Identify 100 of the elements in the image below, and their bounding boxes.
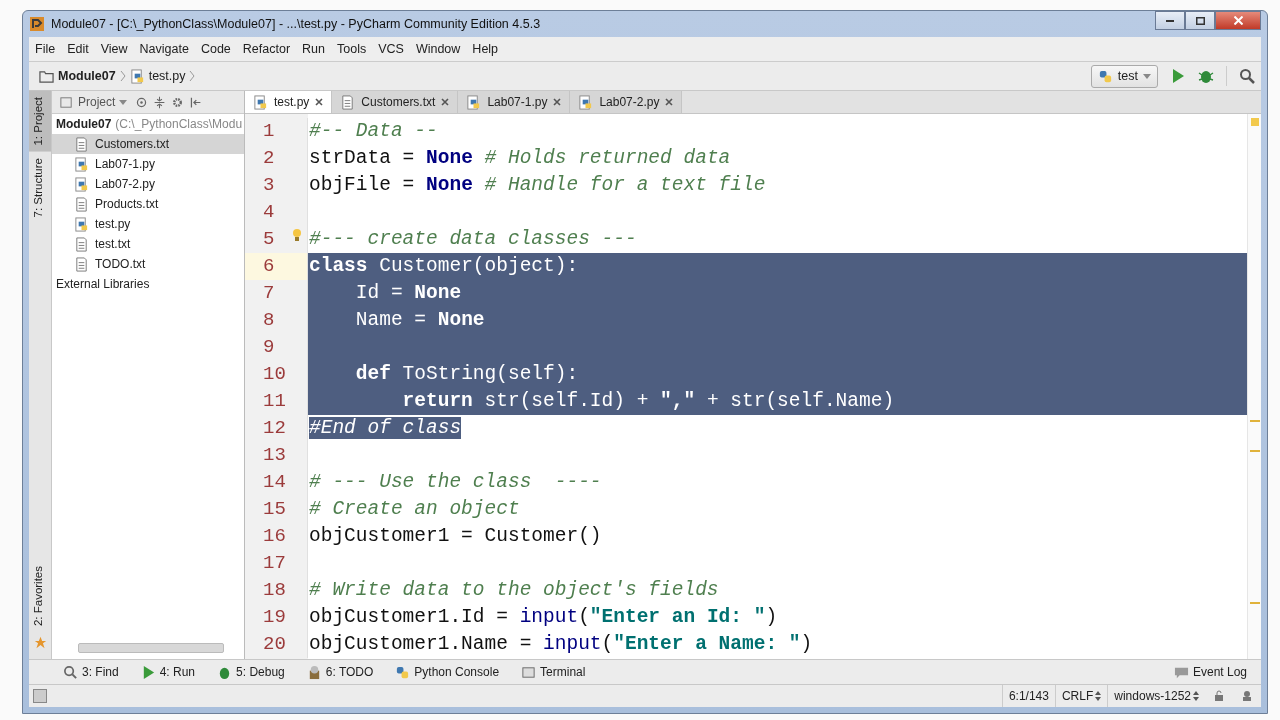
code-line: # Write data to the object's fields [308,578,720,603]
close-button[interactable] [1215,11,1261,30]
menu-item[interactable]: VCS [372,42,410,56]
run-config-dropdown[interactable]: test [1090,64,1158,88]
line-number: 20 [245,631,308,658]
updown-icon [1193,691,1199,701]
line-number: 4 [245,199,308,226]
python-icon [395,664,411,680]
analysis-status-icon [1250,118,1259,126]
code-line: strData = None # Holds returned data [308,146,732,171]
menu-item[interactable]: Edit [61,42,95,56]
tool-window-button[interactable]: 4: Run [140,664,196,680]
menu-item[interactable]: Help [466,42,505,56]
menu-item[interactable]: Window [409,42,467,56]
encoding-selector[interactable]: windows-1252 [1114,689,1191,703]
tree-item[interactable]: External Libraries [52,274,244,294]
tool-window-button[interactable]: 3: Find [63,664,119,680]
search-icon[interactable] [1239,68,1255,84]
code-line: objCustomer1.Name = input("Enter a Name: ") [308,632,814,657]
tool-window-button[interactable]: 6: TODO [306,664,374,680]
tree-item[interactable]: Products.txt [52,194,244,214]
line-number: 3 [245,172,308,199]
menu-item[interactable]: Refactor [236,42,297,56]
tree-item[interactable]: test.txt [52,234,244,254]
menu-item[interactable]: Code [194,42,237,56]
chevron-icon [119,70,126,82]
tree-item-label: test.txt [95,237,131,251]
lock-icon[interactable] [1213,690,1225,702]
run-icon[interactable] [1170,68,1186,84]
close-icon [1233,16,1243,25]
app-logo-icon [29,16,45,32]
run-config-label: test [1117,69,1138,83]
tab-label: Customers.txt [361,95,436,109]
restore-button[interactable] [1185,11,1215,30]
breadcrumb-item[interactable]: Module07 [58,69,116,83]
caret-icon [119,99,128,105]
code-line: # --- Use the class ---- [308,470,603,495]
line-number: 2 [245,145,308,172]
text-file-icon [74,136,89,152]
tool-window-tab[interactable]: 7: Structure [29,151,51,224]
editor-tab[interactable]: Lab07-1.py [458,91,571,113]
line-number: 19 [245,604,308,631]
inspector-icon[interactable] [1241,690,1253,702]
star-icon [33,636,47,649]
lightbulb-icon[interactable] [291,228,303,242]
line-number: 12 [245,415,308,442]
tool-window-button[interactable]: Terminal [521,664,586,680]
breadcrumb-item[interactable]: test.py [148,69,186,83]
project-path: (C:\_PythonClass\Modu [115,117,243,131]
close-icon[interactable] [665,98,674,106]
menu-item[interactable]: Run [296,42,331,56]
tool-window-label: 6: TODO [325,665,374,679]
project-root[interactable]: Module07 [56,117,112,131]
tool-window-label: 4: Run [159,665,196,679]
tab-label: Lab07-2.py [599,95,660,109]
menu-item[interactable]: Navigate [133,42,195,56]
target-icon[interactable] [135,95,149,109]
tree-item[interactable]: Customers.txt [52,134,244,154]
tool-window-tab[interactable]: 1: Project [29,91,51,152]
hide-panel-icon[interactable] [189,95,203,109]
line-number: 1 [245,118,308,145]
python-file-icon [578,94,594,110]
menu-item[interactable]: Tools [331,42,373,56]
editor-tab[interactable]: Customers.txt [332,91,459,113]
menu-item[interactable]: View [94,42,134,56]
tree-item[interactable]: Lab07-2.py [52,174,244,194]
tree-item[interactable]: Lab07-1.py [52,154,244,174]
collapse-icon[interactable] [153,95,167,109]
restore-icon [1195,16,1205,25]
code-line: objCustomer1 = Customer() [308,524,603,549]
tree-item-label: Customers.txt [95,137,169,151]
editor-tab[interactable]: Lab07-2.py [570,91,683,113]
tree-item[interactable]: TODO.txt [52,254,244,274]
editor-tab[interactable]: test.py [245,91,333,113]
caret-position[interactable]: 6:1/143 [1001,685,1055,707]
tool-window-button[interactable]: 5: Debug [217,664,285,680]
close-icon[interactable] [441,98,450,106]
minimize-button[interactable] [1155,11,1185,30]
menu-item[interactable]: File [29,42,62,56]
event-log-button[interactable]: Event Log [1173,664,1247,680]
tool-window-label: Python Console [414,665,500,679]
tree-item-label: Products.txt [95,197,159,211]
close-icon[interactable] [315,98,324,106]
bug-icon[interactable] [1198,68,1214,84]
tool-window-tab[interactable]: 2: Favorites [29,559,51,632]
close-icon[interactable] [553,98,562,106]
line-number: 6 [245,253,308,280]
horizontal-scrollbar[interactable] [78,643,224,653]
text-file-icon [340,94,356,110]
window-title: Module07 - [C:\_PythonClass\Module07] - ...\test.py - PyCharm Community Edition 4.5.3 [51,17,541,31]
tree-item[interactable]: test.py [52,214,244,234]
settings-icon[interactable] [171,95,185,109]
tree-item-label: Lab07-1.py [95,157,156,171]
updown-icon [1095,691,1102,701]
code-line: #--- create data classes --- [308,227,638,252]
line-separator-selector[interactable]: CRLF [1061,689,1094,703]
event-log-label: Event Log [1192,665,1247,679]
search-icon [63,664,78,680]
text-file-icon [74,256,89,272]
tool-window-button[interactable]: Python Console [395,664,500,680]
